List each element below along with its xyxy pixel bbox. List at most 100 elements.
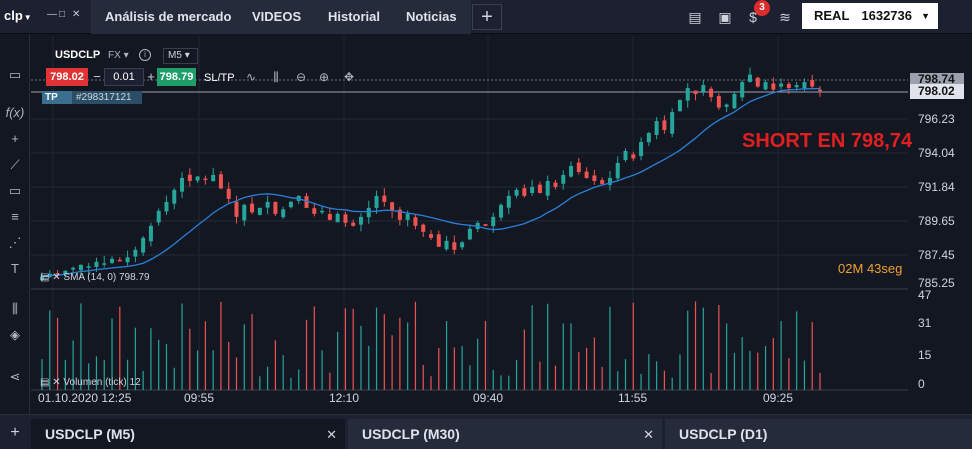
candle-countdown: 02M 43seg [838,261,903,276]
sma-line [41,87,821,278]
candle-body [514,189,519,196]
short-annotation: SHORT EN 798,74 [742,130,913,152]
candle-body [646,133,651,143]
candle-body [747,74,752,82]
candle-body [709,88,714,98]
candle-body [273,201,278,214]
sell-button[interactable]: 798.02 [46,68,88,86]
candle-body [499,204,504,218]
buy-button[interactable]: 798.79 [157,68,196,86]
candle-body [141,237,146,253]
volume-tick: 47 [918,288,932,302]
candle-body [343,214,348,223]
candle-body [615,162,620,179]
time-tick: 09:40 [473,391,504,405]
chart-tab-d1[interactable]: USDCLP (D1) [665,419,972,449]
candle-body [444,240,449,250]
candle-body [242,204,247,221]
chevron-down-icon: ▾ [184,50,190,61]
candle-body [576,162,581,172]
price-chart[interactable] [0,0,972,414]
candle-body [320,210,325,213]
candle-body [335,213,340,223]
close-icon[interactable]: ✕ [52,272,60,283]
time-tick: 12:10 [329,391,360,405]
candle-body [327,214,332,220]
candle-body [771,83,776,90]
candle-body [685,88,690,101]
candle-body [203,178,208,181]
candle-body [530,186,535,194]
candle-body [281,209,286,218]
chevron-down-icon: ▾ [123,50,129,61]
time-tick: 09:55 [184,391,215,405]
candle-body [226,188,231,199]
symbol-name[interactable]: USDCLP [55,49,100,61]
candle-body [257,207,262,215]
candle-type-icon[interactable]: ⫼ [268,69,284,85]
sma-indicator-label[interactable]: ▤ ✕ SMA (14, 0) 798.79 [40,272,150,283]
candle-body [421,224,426,232]
candle-body [654,121,659,135]
time-tick: 01.10.2020 12:25 [38,391,132,405]
candle-body [786,83,791,89]
candle-body [779,83,784,87]
close-icon[interactable]: ✕ [52,377,60,388]
candle-body [156,210,161,223]
candle-body [218,174,223,189]
candle-body [148,225,153,242]
candle-body [78,264,83,271]
timeframe-selector[interactable]: M5 ▾ [163,48,198,64]
chart-tab-m30[interactable]: USDCLP (M30) ✕ [348,419,662,449]
lot-decrease-button[interactable]: − [90,68,104,86]
candle-body [537,184,542,193]
line-chart-icon[interactable]: ∿ [243,69,259,85]
candle-body [117,259,122,262]
price-tick: 796.23 [918,112,955,126]
volume-tick: 15 [918,348,932,362]
candle-body [366,207,371,218]
settings-icon[interactable]: ▤ [40,377,49,388]
move-icon[interactable]: ✥ [341,69,357,85]
info-icon[interactable]: i [139,49,151,61]
candle-body [405,213,410,220]
candle-body [413,217,418,226]
close-icon[interactable]: ✕ [326,419,337,449]
candle-body [732,94,737,109]
chart-tab-m5[interactable]: USDCLP (M5) ✕ [31,419,345,449]
current-price-tag: 798.02 [910,84,964,99]
settings-icon[interactable]: ▤ [40,272,49,283]
candle-body [382,195,387,202]
close-icon[interactable]: ✕ [643,419,654,449]
sltp-button[interactable]: SL/TP [204,72,235,84]
volume-indicator-label[interactable]: ▤ ✕ Volumen (tick) 12 [40,377,141,388]
zoom-in-icon[interactable]: ⊕ [316,69,332,85]
market-selector[interactable]: FX ▾ [108,50,129,61]
candle-body [592,175,597,181]
candle-body [390,202,395,211]
candle-body [374,195,379,208]
candle-body [623,150,628,161]
price-tick: 787.45 [918,248,955,262]
candle-body [94,261,99,267]
price-tick: 794.04 [918,146,955,160]
candle-body [506,195,511,208]
candle-body [670,112,675,134]
order-id-tag[interactable]: #298317121 [72,91,142,104]
lot-increase-button[interactable]: + [144,68,158,86]
candle-body [545,180,550,196]
candle-body [677,100,682,112]
zoom-out-icon[interactable]: ⊖ [293,69,309,85]
tp-tag[interactable]: TP [42,91,72,104]
candle-body [110,258,115,263]
candle-body [631,154,636,159]
candle-body [234,201,239,217]
lot-input[interactable]: 0.01 [104,68,144,86]
candle-body [724,104,729,107]
candle-body [810,79,815,87]
time-tick: 11:55 [618,391,648,405]
candle-body [358,216,363,225]
volume-tick: 31 [918,316,932,330]
add-chart-button[interactable]: + [0,415,30,449]
candle-body [452,242,457,250]
